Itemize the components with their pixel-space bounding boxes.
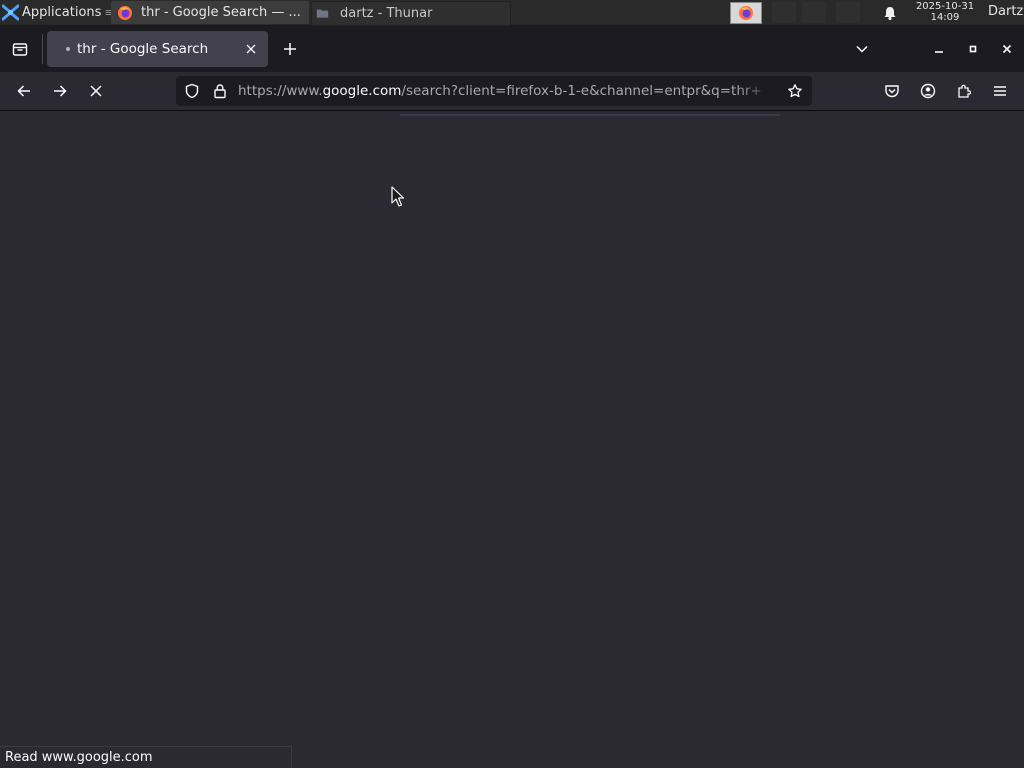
account-button[interactable] <box>914 77 942 105</box>
applications-label: Applications <box>22 5 102 20</box>
workspace-2[interactable] <box>802 2 826 23</box>
xfce-top-panel: Applications ≡ thr - Google Search — ...… <box>0 0 1024 26</box>
application-menu-button[interactable] <box>986 77 1014 105</box>
url-domain: google.com <box>322 83 402 99</box>
url-prefix: https://www. <box>238 83 323 99</box>
extensions-button[interactable] <box>950 77 978 105</box>
tab-close-button[interactable] <box>239 37 263 61</box>
panel-clock[interactable]: 2025-10-31 14:09 <box>906 1 984 23</box>
close-icon <box>1002 44 1012 54</box>
stop-icon <box>90 85 102 97</box>
url-text[interactable]: https://www.google.com/search?client=fir… <box>238 83 778 99</box>
stop-loading-button[interactable] <box>82 77 110 105</box>
list-all-tabs-button[interactable] <box>850 37 874 61</box>
maximize-window-button[interactable] <box>962 37 984 61</box>
hamburger-menu-icon <box>994 86 1006 96</box>
account-icon <box>920 83 936 99</box>
forward-button[interactable] <box>46 77 74 105</box>
firefox-icon <box>118 5 132 20</box>
puzzle-icon <box>958 84 972 98</box>
taskbar-item-label: dartz - Thunar <box>340 6 433 21</box>
browser-tab-strip: thr - Google Search <box>0 26 1024 72</box>
maximize-icon <box>969 45 977 53</box>
page-load-progress <box>400 114 780 116</box>
url-suffix: /search?client=firefox-b-1-e&channel=ent… <box>401 83 762 99</box>
navigation-toolbar: https://www.google.com/search?client=fir… <box>0 72 1024 111</box>
address-bar[interactable]: https://www.google.com/search?client=fir… <box>176 76 812 106</box>
clock-date: 2025-10-31 <box>915 1 975 12</box>
tray-firefox-button[interactable] <box>730 2 762 24</box>
close-icon <box>246 44 256 54</box>
taskbar-item-thunar[interactable]: dartz - Thunar <box>311 1 511 26</box>
xfce-logo-icon <box>2 4 19 21</box>
tab-title: thr - Google Search <box>77 41 209 57</box>
taskbar-item-label: thr - Google Search — ... <box>141 5 301 20</box>
plus-icon <box>284 43 296 55</box>
taskbar-item-firefox[interactable]: thr - Google Search — ... <box>111 1 309 24</box>
mouse-cursor-icon <box>391 186 405 207</box>
pocket-button[interactable] <box>878 77 906 105</box>
tab-strip-divider <box>42 34 43 64</box>
applications-menu-button[interactable]: Applications ≡ <box>0 0 114 25</box>
arrow-left-icon <box>17 85 30 97</box>
user-menu[interactable]: Dartz <box>988 4 1023 19</box>
workspace-1[interactable] <box>772 2 796 23</box>
arrow-right-icon <box>54 85 67 97</box>
clock-time: 14:09 <box>930 12 960 23</box>
new-tab-button[interactable] <box>278 37 302 61</box>
tracking-protection-shield-icon[interactable] <box>184 83 200 99</box>
firefox-view-icon <box>12 43 28 56</box>
minimize-icon <box>935 51 943 53</box>
notification-bell-icon[interactable] <box>882 5 898 21</box>
pocket-icon <box>885 85 899 98</box>
page-content-area <box>0 111 1024 768</box>
close-window-button[interactable] <box>996 37 1018 61</box>
status-panel: Read www.google.com <box>0 746 292 768</box>
lock-icon[interactable] <box>212 83 228 99</box>
folder-icon <box>316 9 329 18</box>
tab-google-search[interactable]: thr - Google Search <box>47 31 268 67</box>
firefox-view-button[interactable] <box>6 37 34 61</box>
minimize-window-button[interactable] <box>928 37 950 61</box>
back-button[interactable] <box>10 77 38 105</box>
tab-loading-indicator <box>66 47 70 51</box>
chevron-down-icon <box>856 45 868 53</box>
bookmark-star-icon[interactable] <box>787 83 803 99</box>
workspace-3[interactable] <box>836 2 860 23</box>
firefox-icon <box>739 6 753 20</box>
